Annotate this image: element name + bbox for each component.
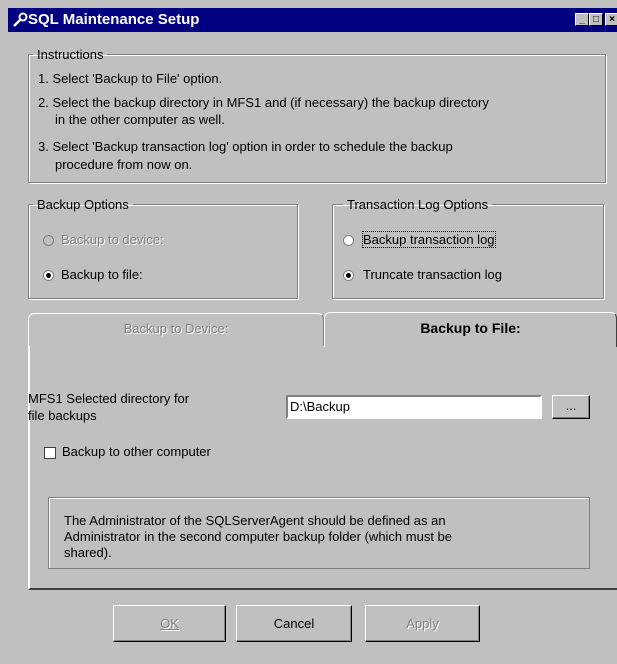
backup-transaction-log-radio[interactable] bbox=[343, 235, 354, 246]
instruction-line-3b: procedure from now on. bbox=[55, 157, 193, 172]
close-button[interactable]: × bbox=[605, 13, 617, 26]
wrench-icon bbox=[13, 12, 28, 27]
tab-backup-to-file[interactable]: Backup to File: bbox=[324, 312, 617, 347]
apply-button[interactable]: Apply bbox=[365, 605, 480, 642]
backup-to-file-radio[interactable] bbox=[43, 270, 54, 281]
instruction-line-2b: in the other computer as well. bbox=[55, 112, 225, 127]
admin-note-text: The Administrator of the SQLServerAgent … bbox=[64, 513, 574, 561]
backup-other-computer-label[interactable]: Backup to other computer bbox=[62, 444, 211, 459]
admin-note-line-2: Administrator in the second computer bac… bbox=[64, 529, 453, 544]
ok-button-label: OK bbox=[160, 616, 179, 631]
transaction-log-options-group: Transaction Log Options bbox=[332, 197, 604, 299]
directory-label-2: file backups bbox=[28, 408, 97, 423]
backup-directory-input[interactable]: D:\Backup bbox=[286, 395, 542, 419]
backup-options-group: Backup Options bbox=[28, 197, 298, 299]
dialog-window: SQL Maintenance Setup _ □ × Instructions… bbox=[0, 0, 617, 664]
browse-button[interactable]: ... bbox=[552, 395, 590, 419]
instruction-line-3a: 3. Select 'Backup transaction log' optio… bbox=[38, 139, 453, 154]
truncate-transaction-log-radio[interactable] bbox=[343, 270, 354, 281]
window-title: SQL Maintenance Setup bbox=[28, 11, 200, 28]
instruction-line-2a: 2. Select the backup directory in MFS1 a… bbox=[38, 95, 489, 110]
admin-note-line-3: shared). bbox=[64, 545, 112, 560]
backup-to-device-label[interactable]: Backup to device: bbox=[61, 232, 164, 247]
apply-button-label: Apply bbox=[406, 616, 439, 631]
cancel-button[interactable]: Cancel bbox=[236, 605, 352, 642]
tab-backup-to-device[interactable]: Backup to Device: bbox=[28, 313, 324, 346]
truncate-transaction-log-label[interactable]: Truncate transaction log bbox=[363, 267, 502, 282]
ok-button[interactable]: OK bbox=[113, 605, 226, 642]
backup-options-legend: Backup Options bbox=[37, 197, 129, 212]
transaction-log-options-legend: Transaction Log Options bbox=[347, 197, 489, 212]
maximize-button[interactable]: □ bbox=[589, 13, 603, 26]
directory-label-1: MFS1 Selected directory for bbox=[28, 391, 190, 406]
title-bar[interactable]: SQL Maintenance Setup _ □ × bbox=[8, 8, 617, 32]
admin-note-line-1: The Administrator of the SQLServerAgent … bbox=[64, 513, 446, 528]
instruction-line-1: 1. Select 'Backup to File' option. bbox=[38, 71, 223, 86]
cancel-button-label: Cancel bbox=[273, 616, 315, 631]
minimize-button[interactable]: _ bbox=[575, 13, 589, 26]
instructions-legend: Instructions bbox=[37, 47, 104, 62]
backup-to-device-radio[interactable] bbox=[43, 235, 54, 246]
backup-other-computer-checkbox[interactable] bbox=[44, 447, 56, 459]
backup-to-file-label[interactable]: Backup to file: bbox=[61, 267, 143, 282]
backup-transaction-log-label[interactable]: Backup transaction log bbox=[362, 231, 496, 248]
